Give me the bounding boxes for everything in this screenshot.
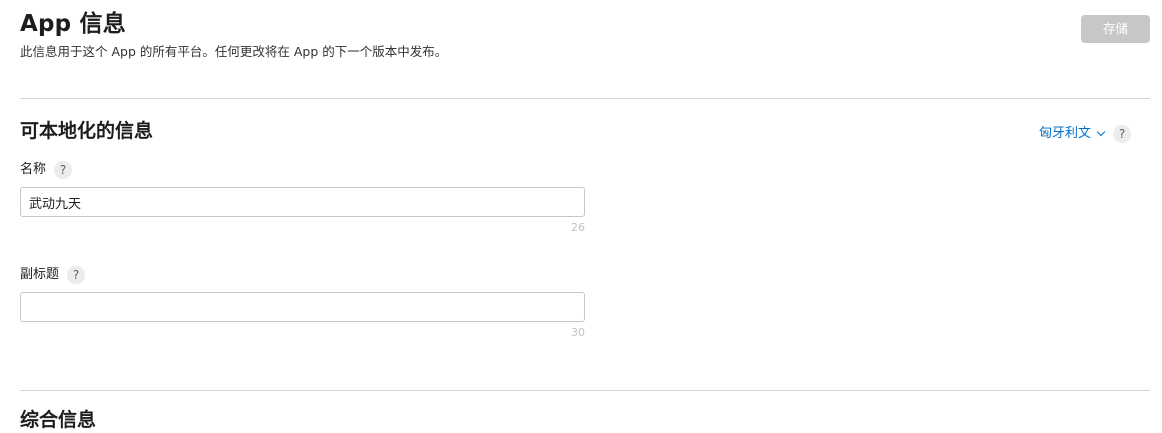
divider	[20, 390, 1150, 391]
language-label: 匈牙利文	[1039, 126, 1092, 141]
subtitle-char-count: 30	[571, 326, 585, 339]
section-title: 可本地化的信息	[20, 120, 154, 142]
language-help-icon[interactable]: ?	[1113, 125, 1131, 143]
subtitle-help-icon[interactable]: ?	[67, 266, 86, 284]
name-input[interactable]	[20, 187, 585, 217]
language-selector[interactable]: 匈牙利文	[1039, 125, 1106, 143]
name-char-count: 26	[571, 221, 585, 234]
next-section-title: 综合信息	[20, 409, 97, 431]
subtitle-label-text: 副标题	[20, 267, 60, 282]
subtitle-input[interactable]	[20, 292, 585, 322]
subtitle-field-label: 副标题 ?	[20, 266, 86, 284]
name-help-icon[interactable]: ?	[54, 161, 73, 179]
divider	[20, 98, 1150, 99]
name-label-text: 名称	[20, 162, 47, 177]
page-title: App 信息	[20, 11, 126, 37]
chevron-down-icon	[1096, 127, 1106, 137]
name-field-label: 名称 ?	[20, 161, 73, 179]
save-button[interactable]: 存储	[1081, 15, 1150, 43]
page-description: 此信息用于这个 App 的所有平台。任何更改将在 App 的下一个版本中发布。	[20, 44, 448, 59]
